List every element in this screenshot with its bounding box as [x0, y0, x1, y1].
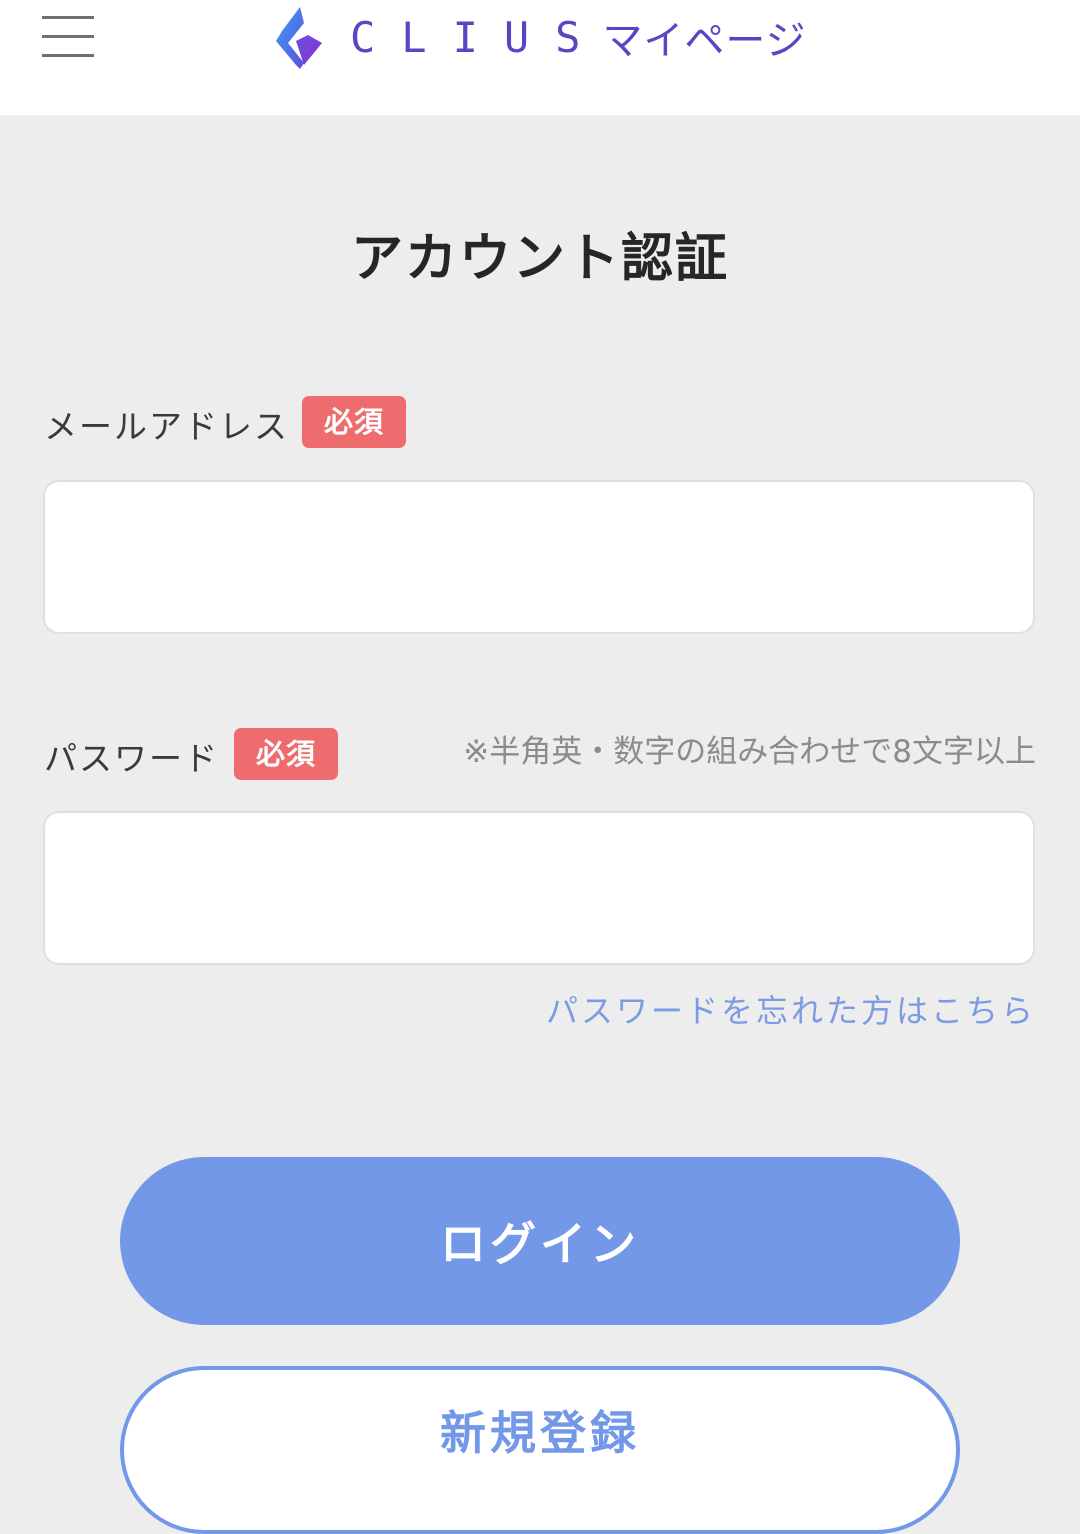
brand-name: CLIUS [350, 12, 607, 62]
clius-logo-icon [276, 7, 322, 69]
menu-line [42, 35, 94, 38]
register-button[interactable]: 新規登録 [120, 1366, 960, 1534]
password-label: パスワード [44, 739, 219, 778]
brand-suffix: マイページ [602, 18, 807, 64]
password-required-badge: 必須 [234, 728, 338, 780]
login-button[interactable]: ログイン [120, 1157, 960, 1325]
hamburger-menu-icon[interactable] [40, 14, 96, 60]
forgot-password-link[interactable]: パスワードを忘れた方はこちら [546, 986, 1036, 1032]
password-input[interactable] [43, 811, 1035, 965]
email-input[interactable] [43, 480, 1035, 634]
brand-logo-link[interactable]: CLIUS マイページ [274, 4, 807, 70]
menu-line [42, 16, 94, 19]
email-required-badge: 必須 [302, 396, 406, 448]
page-title: アカウント認証 [350, 229, 729, 289]
app-header: CLIUS マイページ [0, 0, 1080, 115]
password-hint: ※半角英・数字の組み合わせで8文字以上 [463, 734, 1036, 770]
email-label: メールアドレス [44, 407, 289, 446]
menu-line [42, 54, 94, 57]
